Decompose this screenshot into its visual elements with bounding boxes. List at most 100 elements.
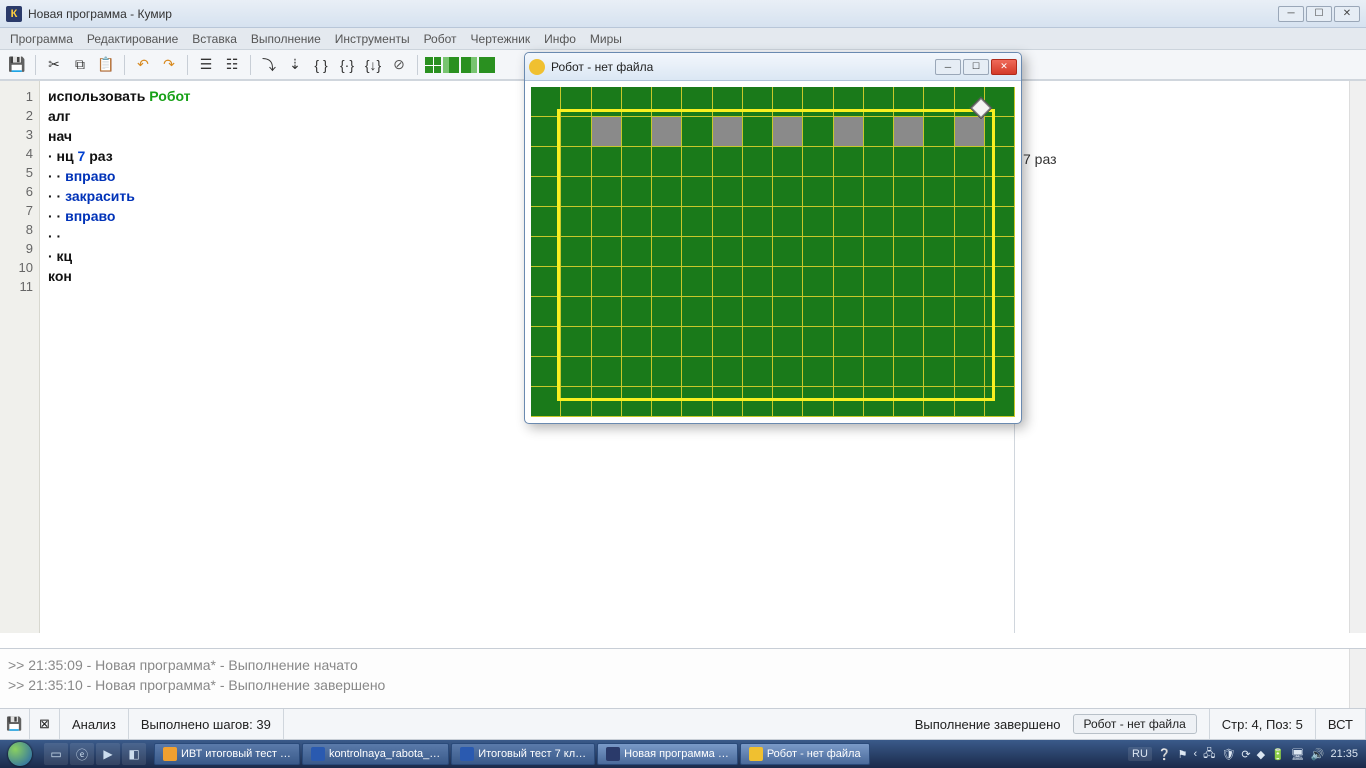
robot-maximize-button[interactable]: ☐ bbox=[963, 59, 989, 75]
code-text: Робот bbox=[149, 88, 190, 104]
console-line: >> 21:35:10 - Новая программа* - Выполне… bbox=[8, 675, 1358, 695]
status-robot-tag[interactable]: Робот - нет файла bbox=[1073, 714, 1197, 734]
word-icon bbox=[311, 747, 325, 761]
tray-chevron-icon[interactable]: ‹ bbox=[1194, 748, 1198, 760]
taskbar-item[interactable]: Робот - нет файла bbox=[740, 743, 870, 765]
taskbar-item[interactable]: kontrolnaya_rabota_… bbox=[302, 743, 449, 765]
save-icon[interactable]: 💾 bbox=[6, 54, 28, 76]
stop-icon[interactable]: ⊘ bbox=[388, 54, 410, 76]
redo-icon[interactable]: ↷ bbox=[158, 54, 180, 76]
robot-minimize-button[interactable]: ─ bbox=[935, 59, 961, 75]
line-gutter: 1 2 3 4 5 6 7 8 9 10 11 bbox=[0, 81, 40, 633]
undo-icon[interactable]: ↶ bbox=[132, 54, 154, 76]
list2-icon[interactable]: ☷ bbox=[221, 54, 243, 76]
console-output[interactable]: >> 21:35:09 - Новая программа* - Выполне… bbox=[0, 648, 1366, 708]
code-text: · · bbox=[48, 228, 61, 244]
menu-info[interactable]: Инфо bbox=[544, 32, 576, 46]
robot-icon bbox=[749, 747, 763, 761]
line-number: 7 bbox=[0, 201, 33, 220]
menu-draftsman[interactable]: Чертежник bbox=[471, 32, 531, 46]
menu-robot[interactable]: Робот bbox=[424, 32, 457, 46]
view-full-icon[interactable] bbox=[479, 57, 495, 73]
tray-av-icon[interactable]: ◆ bbox=[1257, 748, 1265, 761]
taskbar: ▭ ⓔ ▶ ◧ ИВТ итоговый тест … kontrolnaya_… bbox=[0, 740, 1366, 768]
menu-edit[interactable]: Редактирование bbox=[87, 32, 178, 46]
status-save-icon[interactable]: 💾 bbox=[0, 709, 30, 739]
braces3-icon[interactable]: {↓} bbox=[362, 54, 384, 76]
step-icon[interactable]: ⤵ bbox=[258, 54, 280, 76]
tray-language[interactable]: RU bbox=[1128, 747, 1152, 761]
ql-player-icon[interactable]: ▶ bbox=[96, 743, 120, 765]
robot-field[interactable] bbox=[531, 87, 1015, 417]
copy-icon[interactable]: ⧉ bbox=[69, 54, 91, 76]
taskbar-item[interactable]: ИВТ итоговый тест … bbox=[154, 743, 300, 765]
line-number: 4 bbox=[0, 144, 33, 163]
tray-volume-icon[interactable]: 🔊 bbox=[1311, 748, 1325, 761]
scrollbar[interactable] bbox=[1349, 81, 1366, 633]
output-text: 7 раз bbox=[1023, 151, 1358, 167]
console-line: >> 21:35:09 - Новая программа* - Выполне… bbox=[8, 655, 1358, 675]
code-text: · нц bbox=[48, 148, 78, 164]
robot-window-title: Робот - нет файла bbox=[551, 60, 935, 74]
code-text: вправо bbox=[65, 168, 115, 184]
scrollbar[interactable] bbox=[1349, 649, 1366, 708]
tray-update-icon[interactable]: ⟳ bbox=[1241, 748, 1250, 761]
ql-app-icon[interactable]: ◧ bbox=[122, 743, 146, 765]
robot-view-buttons bbox=[425, 57, 495, 73]
paste-icon[interactable]: 📋 bbox=[95, 54, 117, 76]
maximize-button[interactable]: ☐ bbox=[1306, 6, 1332, 22]
status-x-icon[interactable]: ⊠ bbox=[30, 709, 60, 739]
menu-run[interactable]: Выполнение bbox=[251, 32, 321, 46]
taskbar-item-label: Итоговый тест 7 кл… bbox=[478, 748, 586, 760]
status-analysis: Анализ bbox=[60, 709, 129, 739]
menu-worlds[interactable]: Миры bbox=[590, 32, 622, 46]
robot-close-button[interactable]: ✕ bbox=[991, 59, 1017, 75]
menu-bar: Программа Редактирование Вставка Выполне… bbox=[0, 28, 1366, 50]
cut-icon[interactable]: ✂ bbox=[43, 54, 65, 76]
title-bar: К Новая программа - Кумир ─ ☐ ✕ bbox=[0, 0, 1366, 28]
list-icon[interactable]: ☰ bbox=[195, 54, 217, 76]
separator bbox=[417, 55, 418, 75]
taskbar-item-label: ИВТ итоговый тест … bbox=[181, 748, 291, 760]
taskbar-item[interactable]: Новая программа … bbox=[597, 743, 738, 765]
separator bbox=[250, 55, 251, 75]
separator bbox=[187, 55, 188, 75]
taskbar-items: ИВТ итоговый тест … kontrolnaya_rabota_…… bbox=[150, 743, 1120, 765]
tray-clock[interactable]: 21:35 bbox=[1330, 748, 1358, 760]
menu-insert[interactable]: Вставка bbox=[192, 32, 237, 46]
code-text: закрасить bbox=[65, 188, 135, 204]
tray-flag-icon[interactable]: ⚑ bbox=[1178, 748, 1188, 761]
line-number: 9 bbox=[0, 239, 33, 258]
menu-tools[interactable]: Инструменты bbox=[335, 32, 410, 46]
line-number: 5 bbox=[0, 163, 33, 182]
code-text: кон bbox=[48, 268, 72, 284]
ql-ie-icon[interactable]: ⓔ bbox=[70, 743, 94, 765]
tray-help-icon[interactable]: ❔ bbox=[1158, 748, 1172, 761]
braces2-icon[interactable]: {·} bbox=[336, 54, 358, 76]
close-button[interactable]: ✕ bbox=[1334, 6, 1360, 22]
robot-icon bbox=[529, 59, 545, 75]
view-grid-icon[interactable] bbox=[425, 57, 441, 73]
braces1-icon[interactable]: { } bbox=[310, 54, 332, 76]
view-left-icon[interactable] bbox=[443, 57, 459, 73]
tray-monitor-icon[interactable]: 🖥 bbox=[1291, 748, 1305, 761]
window-title: Новая программа - Кумир bbox=[28, 7, 1278, 21]
view-right-icon[interactable] bbox=[461, 57, 477, 73]
code-text: · · bbox=[48, 168, 65, 184]
robot-titlebar[interactable]: Робот - нет файла ─ ☐ ✕ bbox=[525, 53, 1021, 81]
robot-window[interactable]: Робот - нет файла ─ ☐ ✕ bbox=[524, 52, 1022, 424]
taskbar-item-label: kontrolnaya_rabota_… bbox=[329, 748, 440, 760]
menu-program[interactable]: Программа bbox=[10, 32, 73, 46]
ql-explorer-icon[interactable]: ▭ bbox=[44, 743, 68, 765]
kumir-icon bbox=[606, 747, 620, 761]
code-text: · · bbox=[48, 208, 65, 224]
step-over-icon[interactable]: ⇣ bbox=[284, 54, 306, 76]
code-text: раз bbox=[85, 148, 112, 164]
tray-network-icon[interactable]: 🖧 bbox=[1203, 745, 1215, 764]
start-button[interactable] bbox=[0, 740, 40, 768]
minimize-button[interactable]: ─ bbox=[1278, 6, 1304, 22]
taskbar-item[interactable]: Итоговый тест 7 кл… bbox=[451, 743, 595, 765]
line-number: 3 bbox=[0, 125, 33, 144]
tray-battery-icon[interactable]: 🔋 bbox=[1271, 748, 1285, 761]
tray-shield-icon[interactable]: 🛡 bbox=[1221, 748, 1235, 761]
